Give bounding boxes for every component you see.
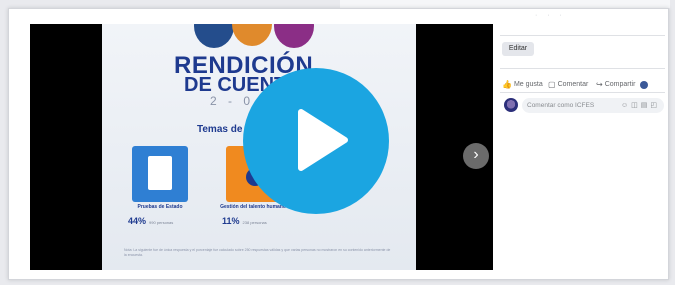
play-button[interactable] — [243, 68, 389, 214]
sidebar-divider-top — [500, 35, 665, 36]
profile-selector-icon[interactable] — [640, 80, 649, 89]
next-button[interactable]: › — [463, 143, 489, 169]
card-caption: Gestión del talento humano — [220, 204, 286, 210]
share-icon: ↪ — [596, 80, 603, 89]
like-icon: 👍 — [502, 80, 512, 89]
comment-tools: ☺◫▤◰ — [621, 98, 660, 113]
emoji-icon[interactable]: ☺ — [621, 102, 631, 109]
comment-button[interactable]: ▢ Comentar — [548, 80, 588, 89]
card-percent: 11% — [222, 216, 240, 226]
like-label: Me gusta — [513, 81, 543, 88]
top-bar — [340, 0, 670, 8]
share-label: Compartir — [604, 81, 636, 88]
edit-button[interactable]: Editar — [502, 42, 534, 56]
comment-label: Comentar — [557, 81, 589, 88]
chevron-right-icon: › — [473, 146, 479, 163]
like-button[interactable]: 👍 Me gusta — [502, 80, 543, 89]
card-stat: 11% 238 personas — [222, 216, 267, 226]
camera-icon[interactable]: ◫ — [631, 102, 641, 109]
card-stat: 44% 990 personas — [128, 216, 173, 226]
sidebar-divider-mid — [500, 68, 665, 69]
comment-placeholder: Comentar como ICFES — [527, 102, 595, 109]
gif-icon[interactable]: ▤ — [641, 102, 651, 109]
comment-icon: ▢ — [548, 80, 556, 89]
decor-blob-1 — [194, 24, 234, 48]
card-people: 990 personas — [149, 220, 174, 225]
card-people: 238 personas — [242, 220, 267, 225]
card-caption: Pruebas de Estado — [137, 204, 183, 210]
clipboard-icon — [148, 156, 172, 190]
sticker-icon[interactable]: ◰ — [650, 102, 660, 109]
play-icon — [298, 109, 348, 171]
avatar[interactable] — [504, 98, 518, 112]
comment-input[interactable]: Comentar como ICFES ☺◫▤◰ — [522, 98, 664, 113]
share-button[interactable]: ↪ Compartir — [596, 80, 649, 89]
decor-blob-2 — [232, 24, 272, 46]
window-dots: · · · — [535, 12, 566, 19]
card-percent: 44% — [128, 216, 147, 226]
sidebar-divider-bottom — [500, 92, 665, 93]
card-clipboard — [132, 146, 188, 202]
slide-note: Nota: La siguiente fue de única respuest… — [124, 248, 391, 257]
decor-blob-3 — [274, 24, 314, 48]
